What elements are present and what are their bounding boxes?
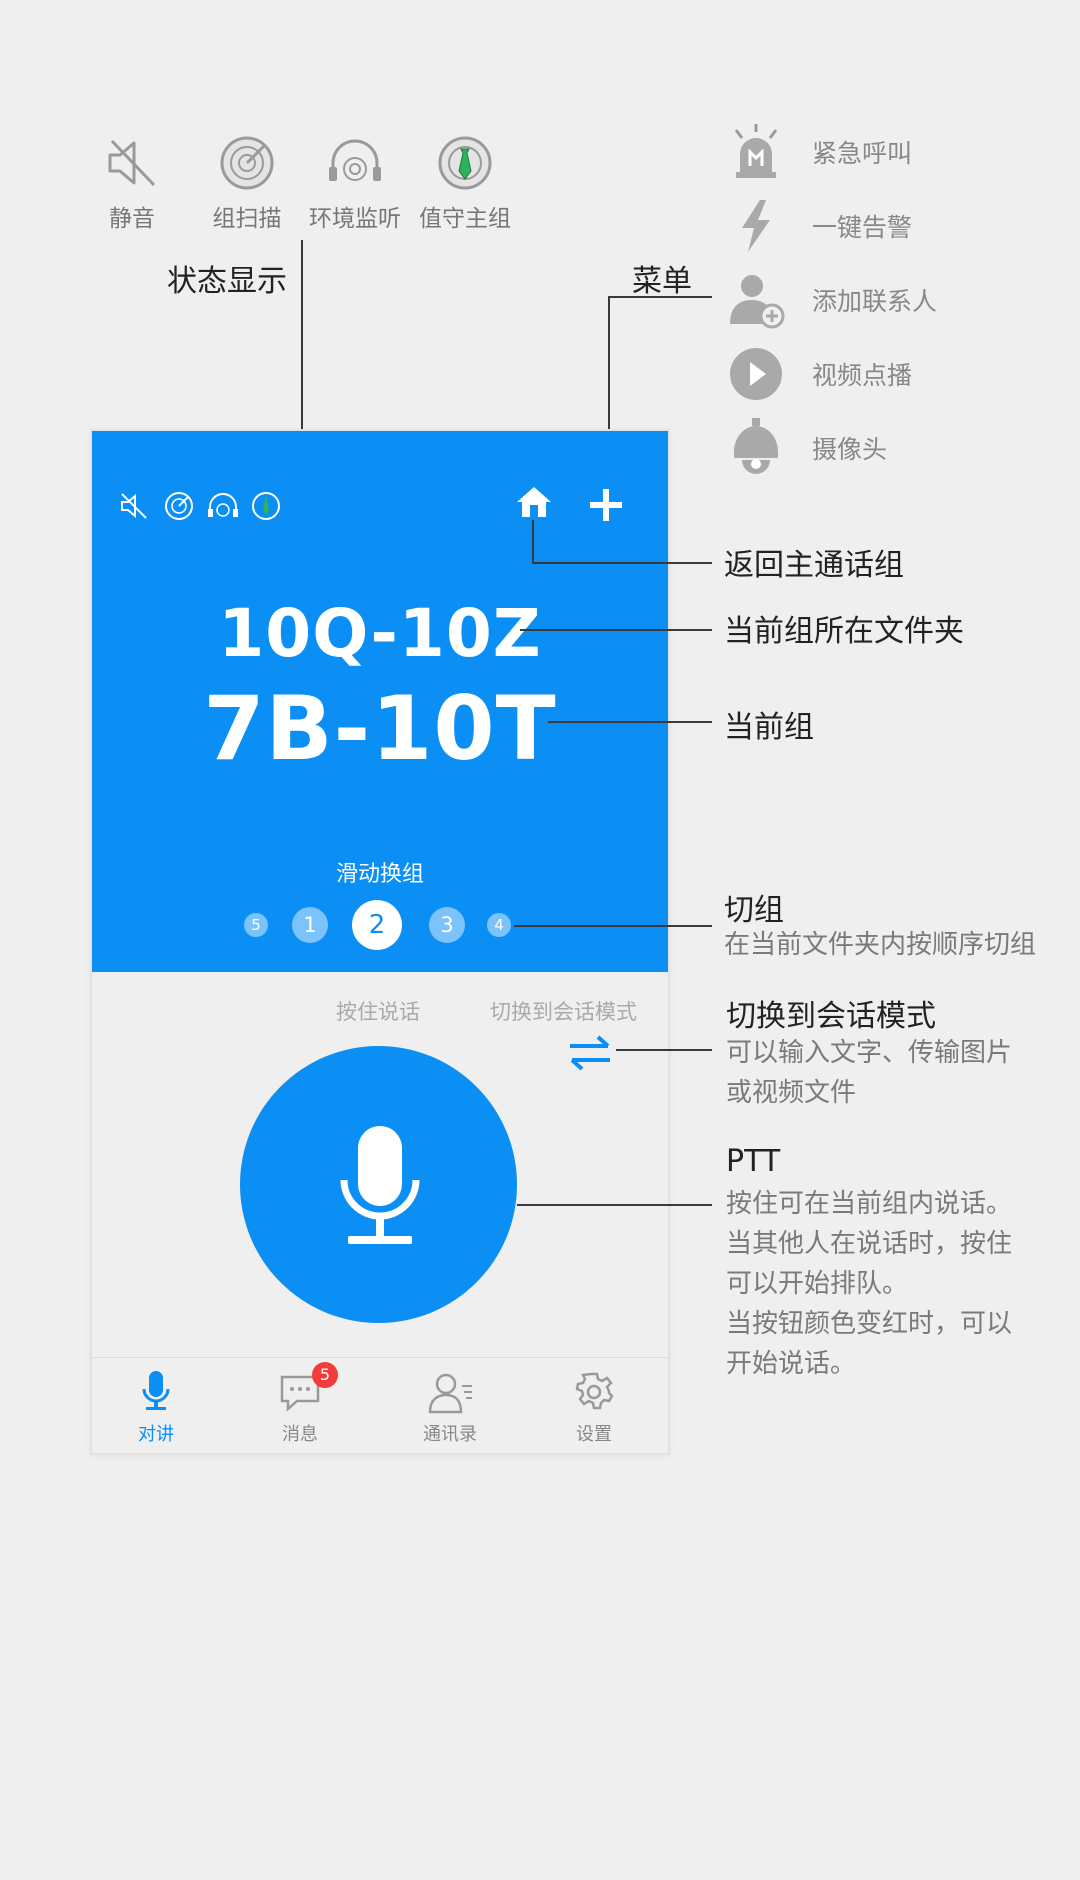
group-scan-icon [165,492,193,520]
legend-label: 静音 [109,206,155,232]
tab-label: 消息 [282,1424,318,1445]
legend-group-scan: 组扫描 [192,135,302,233]
anno-session-title: 切换到会话模式 [726,999,936,1034]
ambient-monitor-icon [208,493,238,517]
anno-switch-group-title: 切组 [724,893,784,928]
slide-switch-hint: 滑动换组 [335,862,424,887]
home-leader-line [532,520,534,563]
tab-settings[interactable]: 设置 [544,1358,644,1453]
settings-icon [575,1372,614,1410]
anno-switch-group-desc: 在当前文件夹内按顺序切组 [724,930,1037,960]
legend-mute: 静音 [77,135,187,233]
standby-main-group-icon [252,492,280,520]
folder-leader-line [520,629,712,631]
ptt-button[interactable] [240,1046,517,1323]
add-menu-icon[interactable] [588,487,624,523]
menu-item-camera: 摄像头 [726,418,887,478]
microphone-icon [142,1371,170,1410]
menu-item-video: 视频点播 [726,344,912,404]
mute-icon [121,493,147,519]
anno-ptt-desc: 按住可在当前组内说话。 [726,1189,1013,1219]
video-on-demand-icon [730,348,782,400]
microphone-icon [340,1126,420,1244]
tab-label: 设置 [576,1424,612,1445]
switch-group-leader-line [514,925,712,927]
menu-item-label: 视频点播 [812,361,913,390]
home-icon[interactable] [515,485,553,519]
home-leader-line [532,562,712,564]
legend-ambient: 环境监听 [300,135,410,233]
contacts-icon [428,1373,472,1414]
group-dot[interactable]: 3 [429,907,465,943]
mute-icon [108,139,156,187]
menu-item-label: 紧急呼叫 [812,139,913,168]
emergency-call-icon [734,124,778,178]
anno-ptt-desc: 可以开始排队。 [726,1269,909,1299]
anno-ptt-desc: 当其他人在说话时，按住 [726,1229,1013,1259]
anno-ptt-title: PTT [726,1144,781,1179]
legend-label: 值守主组 [419,206,511,232]
camera-icon [734,418,778,474]
group-dot[interactable]: 1 [292,907,328,943]
anno-ptt-desc: 当按钮颜色变红时，可以 [726,1309,1013,1339]
group-scan-icon [220,136,274,190]
group-folder-name: 10Q-10Z [218,595,542,672]
tab-label: 对讲 [138,1424,174,1445]
menu-leader-line [608,296,712,298]
standby-main-group-icon [438,136,492,190]
anno-home-group: 返回主通话组 [724,548,904,583]
tab-messages[interactable]: 5 消息 [250,1358,350,1453]
one-key-alarm-icon [742,200,770,252]
group-dot[interactable]: 4 [487,913,511,937]
anno-folder: 当前组所在文件夹 [724,614,964,649]
legend-label: 组扫描 [212,206,282,232]
anno-session-desc: 可以输入文字、传输图片 [726,1038,1013,1068]
legend-label: 环境监听 [309,206,401,232]
menu-item-label: 一键告警 [812,213,913,242]
switch-session-hint[interactable]: 切换到会话模式 [490,996,637,1026]
menu-item-add-contact: 添加联系人 [726,270,937,330]
group-leader-line [548,721,712,723]
session-leader-line [616,1049,712,1051]
message-badge: 5 [312,1362,338,1388]
group-header: 10Q-10Z 7B-10T 滑动换组 5 1 2 3 4 [92,431,668,972]
anno-current-group: 当前组 [724,710,814,745]
ptt-leader-line [517,1204,712,1206]
hold-to-talk-hint: 按住说话 [336,1000,420,1024]
menu-label: 菜单 [632,264,692,299]
tab-label: 通讯录 [423,1424,477,1445]
current-group-name: 7B-10T [203,677,557,780]
group-dot-active[interactable]: 2 [352,900,402,950]
tab-contacts[interactable]: 通讯录 [400,1358,500,1453]
anno-ptt-desc: 开始说话。 [726,1349,857,1379]
tab-bar: 对讲 5 消息 通讯录 设置 [92,1357,668,1453]
add-contact-icon [730,275,785,329]
ambient-monitor-icon [329,139,381,181]
phone-screen: 10Q-10Z 7B-10T 滑动换组 5 1 2 3 4 按住说话 切换到会话… [92,431,668,1453]
menu-item-emergency: 紧急呼叫 [726,122,912,182]
status-display-label: 状态显示 [167,264,287,299]
legend-standby: 值守主组 [410,135,520,233]
switch-session-icon[interactable] [566,1033,614,1073]
menu-item-label: 添加联系人 [812,287,938,316]
menu-item-label: 摄像头 [812,435,888,464]
tab-intercom[interactable]: 对讲 [106,1358,206,1453]
anno-session-desc: 或视频文件 [726,1078,857,1108]
menu-item-alarm: 一键告警 [726,196,912,256]
group-dot[interactable]: 5 [244,913,268,937]
